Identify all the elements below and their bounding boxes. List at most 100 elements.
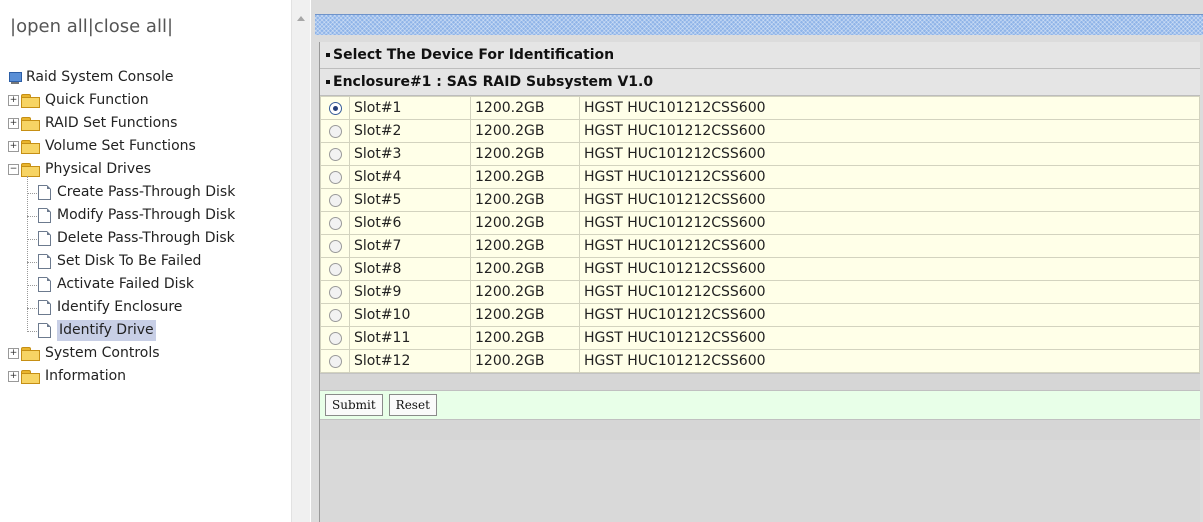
close-all-link[interactable]: close all [94, 16, 167, 37]
drive-radio-button[interactable] [328, 216, 342, 230]
tree-item-system-controls[interactable]: + System Controls [8, 343, 235, 366]
submit-button[interactable]: Submit [325, 394, 383, 416]
slot-cell: Slot#2 [349, 119, 471, 143]
slot-cell: Slot#4 [349, 165, 471, 189]
table-row[interactable]: Slot#12 1200.2GB HGST HUC101212CSS600 [320, 349, 1200, 373]
page-icon [38, 254, 51, 269]
tree-item-label[interactable]: Information [45, 366, 126, 387]
capacity-cell: 1200.2GB [470, 303, 580, 327]
spacer [320, 373, 1200, 390]
folder-icon [21, 370, 40, 384]
radio-cell[interactable] [320, 303, 350, 327]
table-row[interactable]: Slot#8 1200.2GB HGST HUC101212CSS600 [320, 257, 1200, 281]
enclosure-header: Enclosure#1 : SAS RAID Subsystem V1.0 [320, 69, 1200, 96]
radio-cell[interactable] [320, 280, 350, 304]
tree-item-label[interactable]: Identify Enclosure [57, 297, 182, 318]
tree-root-label: Raid System Console [26, 69, 174, 85]
table-row[interactable]: Slot#7 1200.2GB HGST HUC101212CSS600 [320, 234, 1200, 258]
drive-radio-button[interactable] [328, 101, 342, 115]
table-row[interactable]: Slot#3 1200.2GB HGST HUC101212CSS600 [320, 142, 1200, 166]
radio-cell[interactable] [320, 142, 350, 166]
tree-item-activate-failed-disk[interactable]: Activate Failed Disk [8, 274, 235, 297]
tree-item-set-disk-to-be-failed[interactable]: Set Disk To Be Failed [8, 251, 235, 274]
capacity-cell: 1200.2GB [470, 326, 580, 350]
tree-item-label[interactable]: Volume Set Functions [45, 136, 196, 157]
bullet-icon [326, 80, 330, 84]
tree-item-label[interactable]: Quick Function [45, 90, 149, 111]
drive-radio-button[interactable] [328, 331, 342, 345]
tree-item-label[interactable]: Delete Pass-Through Disk [57, 228, 235, 249]
capacity-cell: 1200.2GB [470, 257, 580, 281]
tree-item-label[interactable]: Modify Pass-Through Disk [57, 205, 235, 226]
drive-radio-button[interactable] [328, 354, 342, 368]
table-row[interactable]: Slot#6 1200.2GB HGST HUC101212CSS600 [320, 211, 1200, 235]
tree-item-modify-pass-through-disk[interactable]: Modify Pass-Through Disk [8, 205, 235, 228]
tree-item-quick-function[interactable]: + Quick Function [8, 90, 235, 113]
table-row[interactable]: Slot#5 1200.2GB HGST HUC101212CSS600 [320, 188, 1200, 212]
slot-cell: Slot#3 [349, 142, 471, 166]
model-cell: HGST HUC101212CSS600 [579, 96, 1200, 120]
tree-item-identify-drive[interactable]: Identify Drive [8, 320, 235, 343]
capacity-cell: 1200.2GB [470, 96, 580, 120]
tree-item-label[interactable]: Create Pass-Through Disk [57, 182, 235, 203]
capacity-cell: 1200.2GB [470, 165, 580, 189]
folder-icon [21, 347, 40, 361]
drive-radio-button[interactable] [328, 170, 342, 184]
expand-icon[interactable]: + [8, 348, 19, 359]
slot-cell: Slot#7 [349, 234, 471, 258]
table-row[interactable]: Slot#9 1200.2GB HGST HUC101212CSS600 [320, 280, 1200, 304]
reset-button[interactable]: Reset [388, 394, 437, 416]
drive-radio-button[interactable] [328, 147, 342, 161]
table-row[interactable]: Slot#10 1200.2GB HGST HUC101212CSS600 [320, 303, 1200, 327]
drive-radio-button[interactable] [328, 285, 342, 299]
navigation-scrollbar[interactable] [291, 0, 310, 522]
table-row[interactable]: Slot#2 1200.2GB HGST HUC101212CSS600 [320, 119, 1200, 143]
radio-cell[interactable] [320, 165, 350, 189]
drive-radio-button[interactable] [328, 124, 342, 138]
tree-item-identify-enclosure[interactable]: Identify Enclosure [8, 297, 235, 320]
slot-cell: Slot#1 [349, 96, 471, 120]
drive-radio-button[interactable] [328, 239, 342, 253]
radio-cell[interactable] [320, 96, 350, 120]
capacity-cell: 1200.2GB [470, 211, 580, 235]
radio-cell[interactable] [320, 349, 350, 373]
tree-item-physical-drives[interactable]: − Physical Drives [8, 159, 235, 182]
tree-item-information[interactable]: + Information [8, 366, 235, 389]
scroll-up-arrow-icon[interactable] [297, 16, 305, 21]
page-icon [38, 300, 51, 315]
tree-item-create-pass-through-disk[interactable]: Create Pass-Through Disk [8, 182, 235, 205]
radio-cell[interactable] [320, 257, 350, 281]
open-all-link[interactable]: open all [16, 16, 88, 37]
slot-cell: Slot#11 [349, 326, 471, 350]
drive-radio-button[interactable] [328, 262, 342, 276]
table-row[interactable]: Slot#4 1200.2GB HGST HUC101212CSS600 [320, 165, 1200, 189]
slot-cell: Slot#8 [349, 257, 471, 281]
radio-cell[interactable] [320, 188, 350, 212]
model-cell: HGST HUC101212CSS600 [579, 280, 1200, 304]
collapse-icon[interactable]: − [8, 164, 19, 175]
tree-item-delete-pass-through-disk[interactable]: Delete Pass-Through Disk [8, 228, 235, 251]
table-row[interactable]: Slot#1 1200.2GB HGST HUC101212CSS600 [320, 96, 1200, 120]
tree-item-label-selected[interactable]: Identify Drive [57, 320, 156, 341]
expand-icon[interactable]: + [8, 371, 19, 382]
expand-icon[interactable]: + [8, 118, 19, 129]
expand-icon[interactable]: + [8, 141, 19, 152]
tree-root[interactable]: Raid System Console [8, 67, 235, 90]
model-cell: HGST HUC101212CSS600 [579, 119, 1200, 143]
radio-cell[interactable] [320, 326, 350, 350]
tree-item-raid-set-functions[interactable]: + RAID Set Functions [8, 113, 235, 136]
expand-icon[interactable]: + [8, 95, 19, 106]
tree-item-label[interactable]: Physical Drives [45, 159, 151, 180]
radio-cell[interactable] [320, 211, 350, 235]
drive-radio-button[interactable] [328, 308, 342, 322]
tree-item-label[interactable]: Activate Failed Disk [57, 274, 194, 295]
radio-cell[interactable] [320, 119, 350, 143]
radio-cell[interactable] [320, 234, 350, 258]
tree-item-label[interactable]: RAID Set Functions [45, 113, 177, 134]
tree-item-label[interactable]: System Controls [45, 343, 160, 364]
tree-item-label[interactable]: Set Disk To Be Failed [57, 251, 201, 272]
drive-radio-button[interactable] [328, 193, 342, 207]
table-row[interactable]: Slot#11 1200.2GB HGST HUC101212CSS600 [320, 326, 1200, 350]
slot-cell: Slot#5 [349, 188, 471, 212]
tree-item-volume-set-functions[interactable]: + Volume Set Functions [8, 136, 235, 159]
